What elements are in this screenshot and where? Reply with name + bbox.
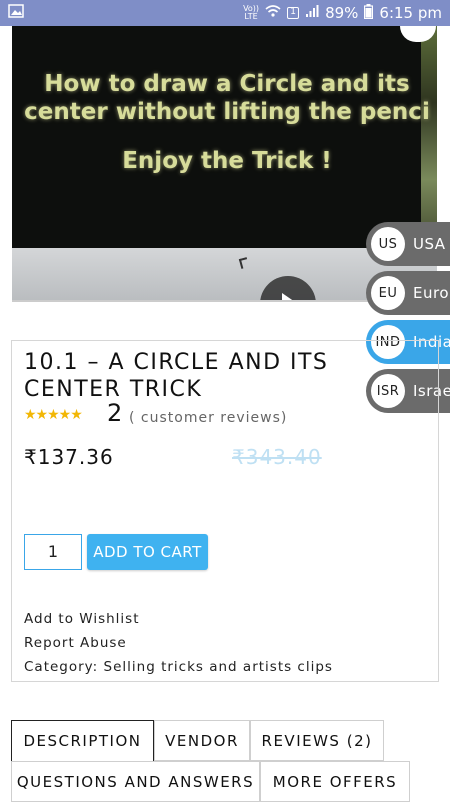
currency-option-eur[interactable]: EU Euro <box>366 271 450 315</box>
review-count: 2 <box>107 399 123 427</box>
add-to-wishlist-link[interactable]: Add to Wishlist <box>24 611 140 627</box>
tab-reviews[interactable]: REVIEWS (2) <box>250 720 384 761</box>
signal-icon <box>305 4 319 22</box>
battery-icon <box>364 3 374 23</box>
currency-code: US <box>371 227 405 261</box>
sale-price: ₹137.36 <box>24 445 114 469</box>
sim-icon: 1 <box>287 7 300 19</box>
currency-name: USA <box>413 235 446 253</box>
currency-name: Euro <box>413 284 449 302</box>
clock: 6:15 pm <box>379 4 442 22</box>
add-to-cart-button[interactable]: ADD TO CART <box>87 534 208 570</box>
tab-questions-and-answers[interactable]: QUESTIONS AND ANSWERS <box>11 761 260 802</box>
product-category[interactable]: Category: Selling tricks and artists cli… <box>24 659 333 675</box>
tab-description[interactable]: DESCRIPTION <box>11 720 154 761</box>
regular-price: ₹343.40 <box>232 445 322 469</box>
volte-indicator: Vo)) LTE <box>243 4 260 21</box>
tab-more-offers[interactable]: MORE OFFERS <box>260 761 410 802</box>
battery-percentage: 89% <box>325 4 359 22</box>
wifi-icon <box>265 4 281 22</box>
video-subtitle: Enjoy the Trick ! <box>122 148 332 174</box>
customer-reviews-link[interactable]: ( customer reviews) <box>129 410 287 426</box>
quantity-input[interactable]: 1 <box>24 534 82 570</box>
currency-code: EU <box>371 276 405 310</box>
gallery-notification-icon <box>8 4 24 22</box>
video-frame <box>12 26 422 248</box>
rating-stars-icon: ★★★★★ <box>24 407 83 423</box>
currency-option-usd[interactable]: US USA <box>366 222 450 266</box>
report-abuse-link[interactable]: Report Abuse <box>24 635 127 651</box>
video-title: How to draw a Circle and its center with… <box>24 71 430 125</box>
product-summary: 10.1 – A CIRCLE AND ITS CENTER TRICK ★★★… <box>11 340 439 682</box>
product-title: 10.1 – A CIRCLE AND ITS CENTER TRICK <box>24 350 329 402</box>
status-bar: Vo)) LTE 1 89% 6:15 pm <box>0 0 450 26</box>
tab-vendor[interactable]: VENDOR <box>154 720 250 761</box>
